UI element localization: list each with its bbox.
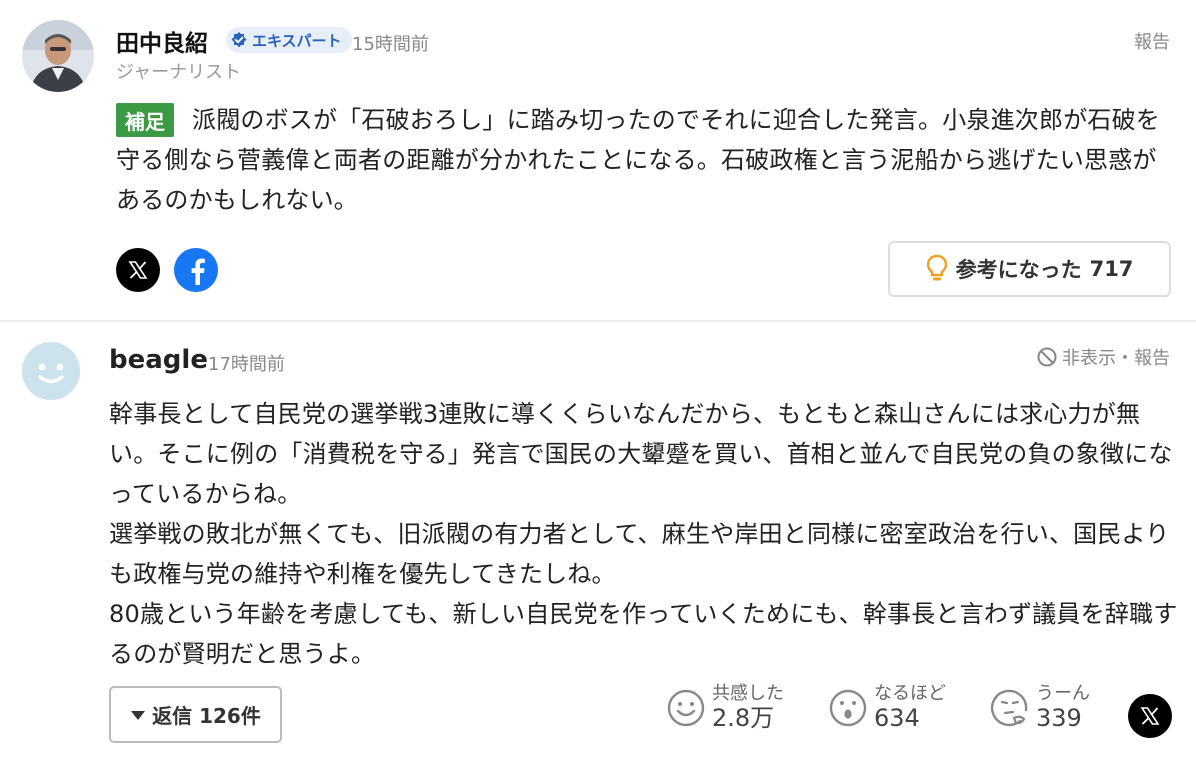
comment-paragraph: 80歳という年齢を考慮しても、新しい自民党を作っていくためにも、幹事長と言わず議…: [109, 600, 1178, 668]
share-x-button[interactable]: [1128, 694, 1172, 738]
reaction-hmm-button[interactable]: うーん 339: [990, 683, 1090, 732]
expert-badge: エキスパート: [226, 27, 352, 53]
helpful-count: 717: [1089, 257, 1134, 281]
expert-comment-body: 派閥のボスが「石破おろし」に踏み切ったのでそれに迎合した発言。小泉進次郎が石破を…: [116, 106, 1160, 214]
comment-paragraph: 選挙戦の敗北が無くても、旧派閥の有力者として、麻生や岸田と同様に密室政治を行い、…: [109, 520, 1170, 588]
expert-badge-label: エキスパート: [252, 31, 342, 50]
surprised-face-icon: [828, 688, 868, 728]
reaction-count: 634: [874, 703, 920, 732]
user-comment-body: 幹事長として自民党の選挙戦3連敗に導くくらいなんだから、もともと森山さんには求心…: [109, 394, 1179, 674]
x-logo-icon: [1140, 706, 1160, 726]
comment-divider: [0, 320, 1196, 322]
report-link[interactable]: 報告: [1134, 28, 1170, 54]
smile-face-icon: [666, 688, 706, 728]
caret-down-icon: [130, 709, 146, 721]
block-icon: [1036, 346, 1058, 368]
reaction-label: うーん: [1036, 683, 1090, 704]
supplement-tag: 補足: [116, 103, 174, 137]
facebook-logo-icon: [184, 255, 208, 285]
reaction-count: 2.8万: [712, 703, 775, 732]
comment-time: 15時間前: [352, 34, 429, 55]
hide-report-label: 非表示・報告: [1062, 348, 1170, 369]
author-role: ジャーナリスト: [116, 62, 242, 83]
reply-label: 返信 126件: [152, 704, 261, 728]
x-logo-icon: [128, 260, 148, 280]
reaction-insightful-button[interactable]: なるほど 634: [828, 683, 946, 732]
helpful-label: 参考になった: [955, 258, 1082, 282]
comment-time: 17時間前: [208, 354, 285, 375]
reaction-label: 共感した: [712, 683, 784, 704]
reaction-agree-button[interactable]: 共感した 2.8万: [666, 683, 784, 732]
hide-report-link[interactable]: 非表示・報告: [1036, 344, 1170, 370]
verified-check-icon: [230, 31, 248, 49]
replies-toggle-button[interactable]: 返信 126件: [109, 686, 282, 743]
author-avatar[interactable]: [22, 20, 94, 92]
reaction-count: 339: [1036, 703, 1082, 732]
comment-paragraph: 幹事長として自民党の選挙戦3連敗に導くくらいなんだから、もともと森山さんには求心…: [109, 400, 1173, 508]
share-x-button[interactable]: [116, 248, 160, 292]
author-name[interactable]: 田中良紹: [116, 24, 208, 58]
user-avatar: [22, 342, 80, 400]
lightbulb-icon: [926, 254, 948, 284]
share-facebook-button[interactable]: [174, 248, 218, 292]
reaction-label: なるほど: [874, 683, 946, 704]
thinking-face-icon: [990, 688, 1030, 728]
helpful-button[interactable]: 参考になった 717: [888, 241, 1171, 297]
username[interactable]: beagle: [109, 345, 208, 375]
